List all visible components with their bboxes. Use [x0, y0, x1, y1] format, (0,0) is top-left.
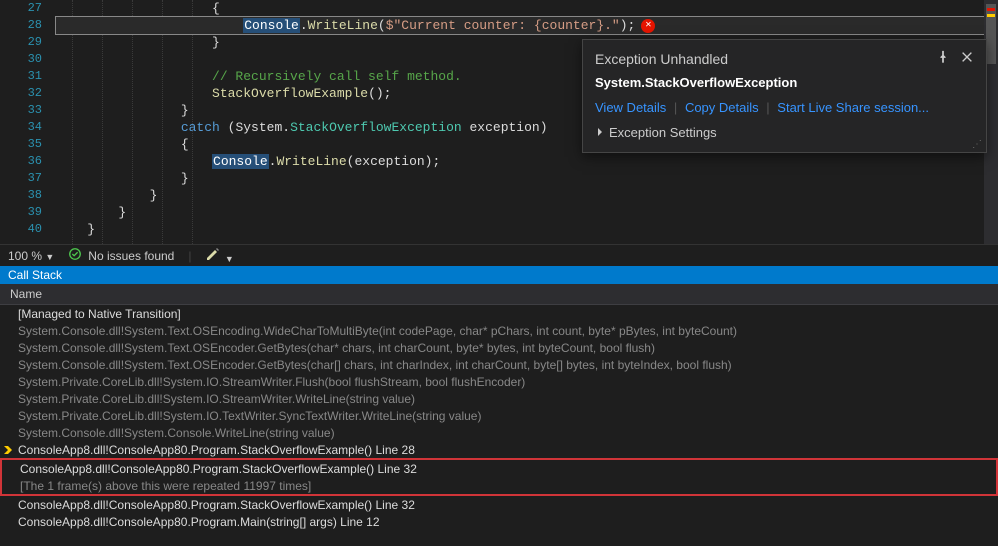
line-number: 40 — [0, 221, 42, 238]
pin-icon[interactable] — [936, 50, 950, 67]
editor-statusbar: 100 % ▼ No issues found | ▼ — [0, 244, 998, 266]
call-stack-frame[interactable]: ConsoleApp8.dll!ConsoleApp80.Program.Sta… — [2, 460, 996, 477]
line-number: 32 — [0, 85, 42, 102]
call-stack-frame[interactable]: [Managed to Native Transition] — [0, 305, 998, 322]
code-line[interactable]: } — [56, 170, 998, 187]
call-stack-frame[interactable]: System.Console.dll!System.Text.OSEncoder… — [0, 356, 998, 373]
exception-type-label: System.StackOverflowException — [595, 75, 974, 90]
call-stack-tab[interactable]: Call Stack — [0, 266, 998, 284]
chevron-down-icon: ▼ — [45, 252, 54, 262]
line-number-gutter: 2728293031323334353637383940 — [0, 0, 56, 244]
line-number: 35 — [0, 136, 42, 153]
chevron-right-icon — [595, 125, 605, 140]
call-stack-frame[interactable]: System.Private.CoreLib.dll!System.IO.Str… — [0, 373, 998, 390]
code-line[interactable]: } — [56, 204, 998, 221]
code-line[interactable]: Console.WriteLine(exception); — [56, 153, 998, 170]
line-number: 38 — [0, 187, 42, 204]
call-stack-column-header[interactable]: Name — [0, 284, 998, 305]
scrollbar-error-marker — [987, 8, 995, 11]
scrollbar-thumb[interactable] — [986, 4, 996, 64]
exception-error-icon[interactable]: ✕ — [641, 19, 655, 33]
resize-grip-icon[interactable]: ⋰ — [972, 139, 982, 150]
call-stack-frame[interactable]: ConsoleApp8.dll!ConsoleApp80.Program.Sta… — [0, 496, 998, 513]
line-number: 28 — [0, 17, 42, 34]
line-number: 39 — [0, 204, 42, 221]
exception-popup: Exception Unhandled System.StackOverflow… — [582, 39, 987, 153]
exception-settings-expander[interactable]: Exception Settings — [595, 125, 974, 140]
repeated-frames-highlight: ConsoleApp8.dll!ConsoleApp80.Program.Sta… — [0, 458, 998, 496]
scrollbar-caret-marker — [987, 14, 995, 17]
zoom-level[interactable]: 100 % ▼ — [8, 249, 54, 263]
current-frame-arrow-icon — [2, 444, 14, 458]
code-line[interactable]: Console.WriteLine($"Current counter: {co… — [56, 17, 998, 34]
line-number: 36 — [0, 153, 42, 170]
line-number: 29 — [0, 34, 42, 51]
code-line[interactable]: } — [56, 221, 998, 238]
call-stack-frame[interactable]: ConsoleApp8.dll!ConsoleApp80.Program.Mai… — [0, 513, 998, 530]
line-number: 30 — [0, 51, 42, 68]
call-stack-frame[interactable]: [The 1 frame(s) above this were repeated… — [2, 477, 996, 494]
copy-details-link[interactable]: Copy Details — [685, 100, 759, 115]
call-stack-frame[interactable]: ConsoleApp8.dll!ConsoleApp80.Program.Sta… — [0, 441, 998, 458]
code-cleanup-icon[interactable]: ▼ — [205, 246, 233, 265]
call-stack-frame[interactable]: System.Console.dll!System.Text.OSEncoder… — [0, 339, 998, 356]
code-line[interactable]: } — [56, 187, 998, 204]
popup-title: Exception Unhandled — [595, 51, 728, 67]
check-circle-icon — [68, 247, 82, 264]
view-details-link[interactable]: View Details — [595, 100, 666, 115]
call-stack-list[interactable]: [Managed to Native Transition]System.Con… — [0, 305, 998, 530]
call-stack-frame[interactable]: System.Private.CoreLib.dll!System.IO.Str… — [0, 390, 998, 407]
call-stack-frame[interactable]: System.Console.dll!System.Text.OSEncodin… — [0, 322, 998, 339]
code-line[interactable]: { — [56, 0, 998, 17]
issues-indicator[interactable]: No issues found — [68, 247, 174, 264]
line-number: 37 — [0, 170, 42, 187]
line-number: 34 — [0, 119, 42, 136]
close-icon[interactable] — [960, 50, 974, 67]
line-number: 31 — [0, 68, 42, 85]
live-share-link[interactable]: Start Live Share session... — [777, 100, 929, 115]
call-stack-frame[interactable]: System.Console.dll!System.Console.WriteL… — [0, 424, 998, 441]
call-stack-frame[interactable]: System.Private.CoreLib.dll!System.IO.Tex… — [0, 407, 998, 424]
line-number: 27 — [0, 0, 42, 17]
line-number: 33 — [0, 102, 42, 119]
